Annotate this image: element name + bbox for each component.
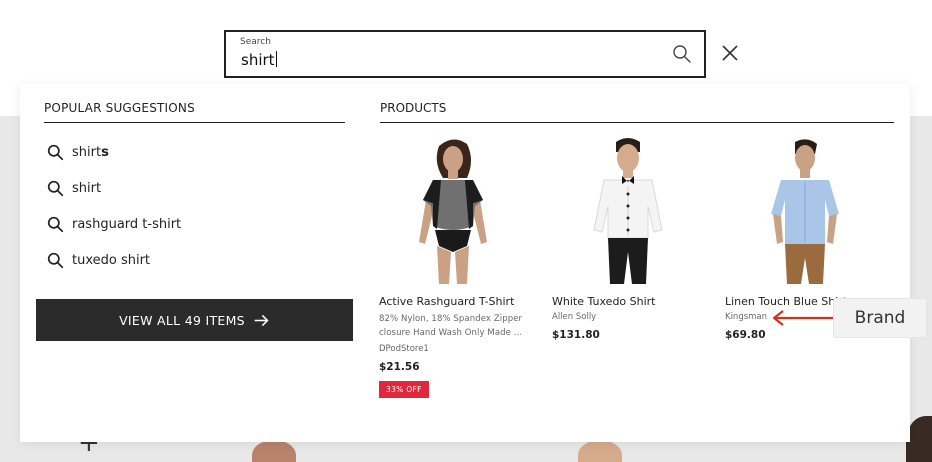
divider (44, 122, 345, 123)
product-description: 82% Nylon, 18% Spandex Zipper closure Ha… (379, 314, 523, 338)
suggestion-label: rashguard t-shirt (72, 216, 182, 232)
background-model-thumbnail (252, 440, 296, 462)
product-name[interactable]: White Tuxedo Shirt (552, 295, 712, 308)
product-image[interactable] (552, 134, 702, 284)
view-all-label: VIEW ALL 49 ITEMS (119, 312, 245, 328)
search-query-text: shirt (241, 51, 275, 69)
search-label: Search (240, 37, 271, 47)
product-image[interactable] (725, 134, 875, 284)
discount-badge: 33% OFF (379, 381, 429, 398)
suggestion-item[interactable]: shirt (44, 170, 345, 206)
product-image[interactable] (379, 134, 529, 284)
annotation-label: Brand (833, 298, 927, 338)
suggestion-label: tuxedo shirt (72, 252, 151, 268)
product-card[interactable]: White Tuxedo Shirt Allen Solly $131.80 (552, 134, 712, 341)
search-icon[interactable] (672, 44, 692, 64)
arrow-right-icon (254, 314, 269, 326)
annotation-arrow-icon (772, 310, 836, 326)
search-icon (47, 216, 64, 232)
view-all-items-button[interactable]: VIEW ALL 49 ITEMS (36, 299, 353, 341)
product-card[interactable]: Active Rashguard T-Shirt 82% Nylon, 18% … (379, 134, 539, 398)
divider (380, 122, 894, 123)
close-icon[interactable] (720, 43, 740, 63)
product-price: $131.80 (552, 329, 600, 341)
search-icon (47, 144, 64, 160)
background-model-thumbnail (578, 440, 622, 462)
suggestion-list: shirts shirt rashguard t-shirt tuxedo sh… (44, 134, 345, 278)
suggestion-item[interactable]: rashguard t-shirt (44, 206, 345, 242)
search-query[interactable]: shirt (241, 51, 277, 69)
suggestion-item[interactable]: tuxedo shirt (44, 242, 345, 278)
search-results-dropdown: POPULAR SUGGESTIONS shirts shirt rashgua… (20, 84, 910, 442)
popular-suggestions-heading: POPULAR SUGGESTIONS (44, 101, 195, 115)
product-price: $21.56 (379, 361, 420, 373)
product-name[interactable]: Active Rashguard T-Shirt (379, 295, 539, 308)
search-icon (47, 180, 64, 196)
suggestion-item[interactable]: shirts (44, 134, 345, 170)
product-brand: Allen Solly (552, 312, 597, 322)
search-icon (47, 252, 64, 268)
suggestion-label: shirt (72, 180, 102, 196)
products-heading: PRODUCTS (380, 101, 447, 115)
search-input[interactable]: Search shirt (224, 30, 706, 78)
suggestion-label: shirts (72, 144, 109, 160)
product-brand: DPodStore1 (379, 344, 429, 354)
text-caret (275, 51, 277, 67)
